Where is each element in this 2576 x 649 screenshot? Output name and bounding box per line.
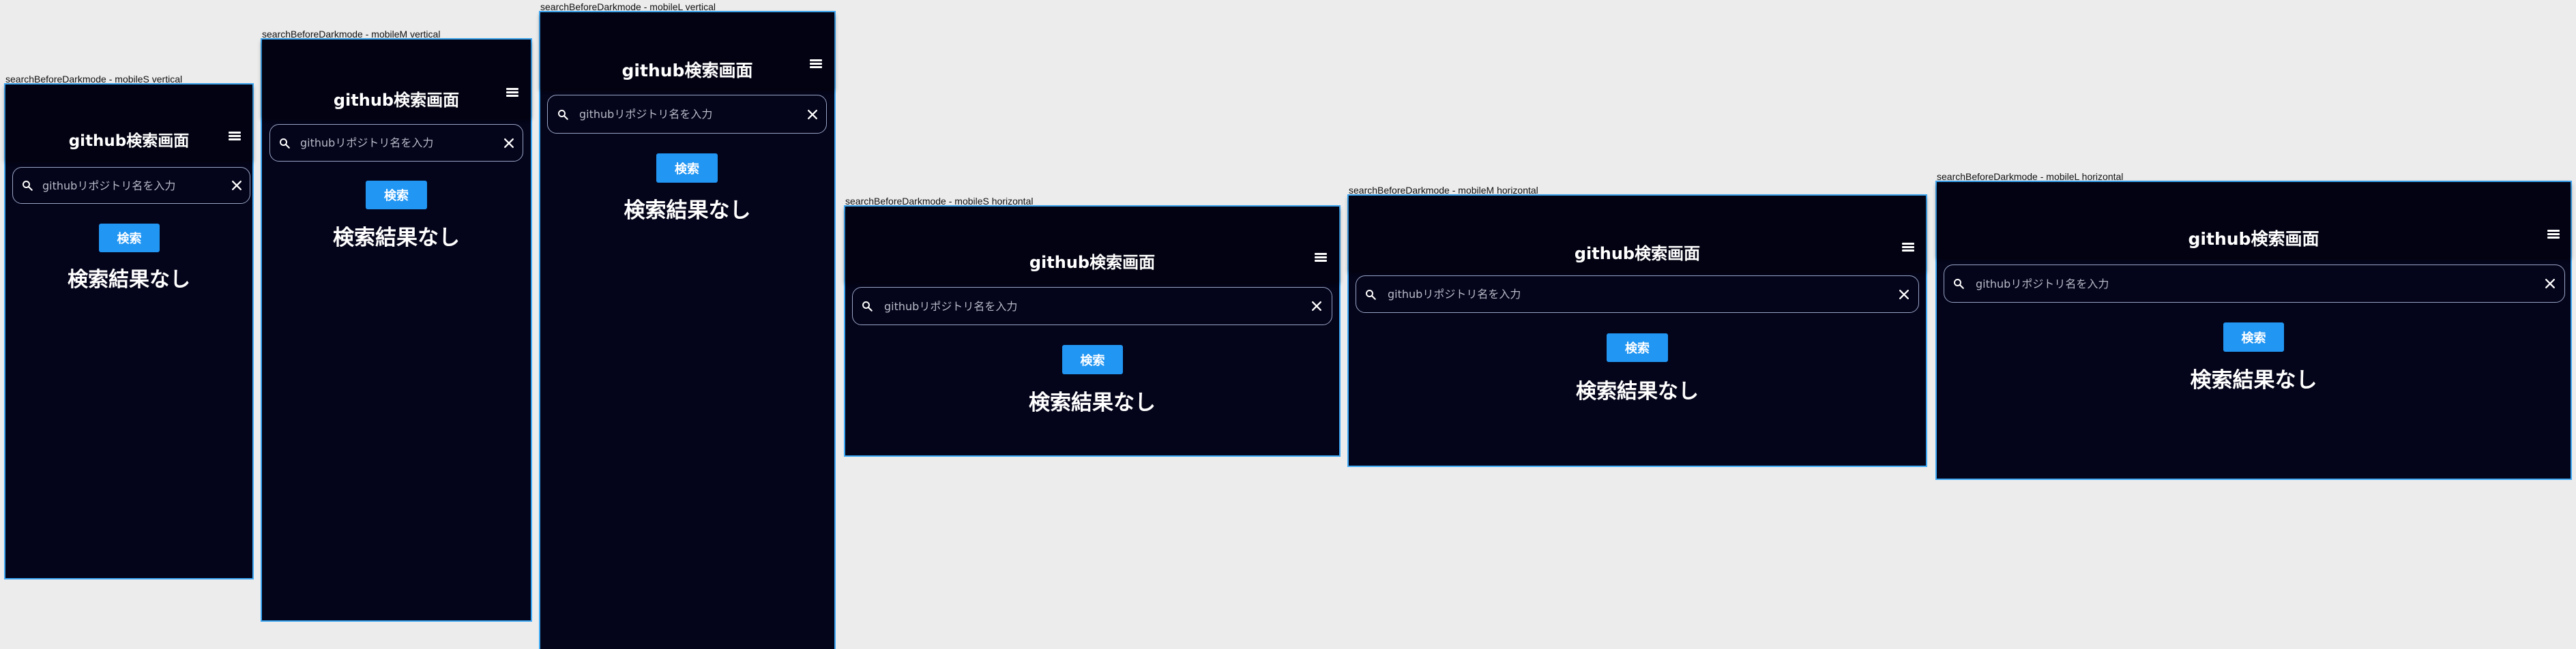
search-button[interactable]: 検索 (366, 181, 427, 209)
clear-icon[interactable] (1897, 288, 1911, 301)
search-field[interactable] (269, 124, 523, 162)
search-icon (280, 138, 290, 149)
search-button[interactable]: 検索 (1062, 345, 1123, 374)
app-screen: github検索画面 検索 検索結果なし (4, 83, 254, 579)
app-title: github検索画面 (68, 132, 190, 150)
frame-mobileS-vertical: searchBeforeDarkmode - mobileS vertical … (4, 74, 254, 579)
frame-mobileM-vertical: searchBeforeDarkmode - mobileM vertical … (261, 29, 532, 622)
search-field[interactable] (547, 95, 827, 134)
app-title: github検索画面 (1029, 253, 1156, 272)
app-screen: github検索画面 検索 検索結果なし (539, 11, 836, 649)
no-results-message: 検索結果なし (1576, 380, 1699, 404)
frame-mobileL-vertical: searchBeforeDarkmode - mobileL vertical … (539, 1, 836, 649)
search-button[interactable]: 検索 (99, 224, 160, 252)
search-input[interactable] (300, 125, 491, 161)
hamburger-menu-icon[interactable] (505, 86, 520, 98)
search-icon (558, 109, 568, 120)
search-input[interactable] (1388, 276, 1865, 312)
search-button[interactable]: 検索 (656, 153, 718, 183)
search-icon (1366, 289, 1376, 300)
search-icon (23, 181, 33, 191)
app-screen: github検索画面 検索 検索結果なし (261, 38, 532, 622)
frame-label: searchBeforeDarkmode - mobileL horizonta… (1937, 171, 2124, 182)
frame-label: searchBeforeDarkmode - mobileS horizonta… (845, 196, 1034, 207)
clear-icon[interactable] (806, 108, 819, 121)
hamburger-menu-icon[interactable] (2546, 228, 2561, 240)
app-header: github検索画面 (540, 12, 834, 89)
no-results-message: 検索結果なし (1029, 391, 1156, 415)
search-input[interactable] (1976, 265, 2508, 302)
search-button[interactable]: 検索 (1607, 333, 1668, 362)
clear-icon[interactable] (502, 136, 516, 150)
app-header: github検索画面 (1349, 196, 1926, 271)
clear-icon[interactable] (230, 179, 244, 192)
app-header: github検索画面 (1937, 182, 2571, 257)
app-screen: github検索画面 検索 検索結果なし (1935, 181, 2572, 480)
hamburger-menu-icon[interactable] (808, 57, 823, 70)
search-input[interactable] (579, 95, 784, 133)
app-title: github検索画面 (2188, 229, 2319, 249)
app-title: github検索画面 (1574, 244, 1701, 263)
frame-mobileL-horizontal: searchBeforeDarkmode - mobileL horizonta… (1935, 171, 2572, 480)
app-screen: github検索画面 検索 検索結果なし (1347, 194, 1927, 467)
search-input[interactable] (42, 168, 213, 203)
clear-icon[interactable] (2543, 277, 2557, 290)
hamburger-menu-icon[interactable] (1901, 241, 1916, 253)
search-field[interactable] (1944, 265, 2565, 303)
app-header: github検索画面 (845, 207, 1339, 282)
no-results-message: 検索結果なし (333, 226, 460, 250)
hamburger-menu-icon[interactable] (1313, 251, 1328, 263)
no-results-message: 検索結果なし (2190, 368, 2317, 393)
hamburger-menu-icon[interactable] (227, 130, 242, 142)
app-header: github検索画面 (262, 40, 531, 117)
app-title: github検索画面 (333, 91, 460, 110)
app-title: github検索画面 (621, 61, 753, 80)
search-icon (1954, 279, 1964, 289)
no-results-message: 検索結果なし (624, 198, 751, 223)
search-icon (862, 301, 873, 312)
frame-label: searchBeforeDarkmode - mobileM horizonta… (1349, 185, 1538, 196)
frame-label: searchBeforeDarkmode - mobileS vertical (5, 74, 183, 85)
clear-icon[interactable] (1310, 299, 1323, 313)
frame-mobileS-horizontal: searchBeforeDarkmode - mobileS horizonta… (844, 196, 1341, 457)
frame-label: searchBeforeDarkmode - mobileL vertical (540, 1, 716, 12)
frame-label: searchBeforeDarkmode - mobileM vertical (262, 29, 441, 40)
no-results-message: 検索結果なし (68, 268, 190, 292)
search-input[interactable] (884, 288, 1293, 324)
app-screen: github検索画面 検索 検索結果なし (844, 205, 1341, 457)
search-field[interactable] (12, 167, 250, 204)
search-field[interactable] (852, 287, 1332, 325)
app-header: github検索画面 (5, 85, 252, 160)
search-field[interactable] (1356, 275, 1919, 313)
frame-mobileM-horizontal: searchBeforeDarkmode - mobileM horizonta… (1347, 185, 1927, 467)
search-button[interactable]: 検索 (2223, 322, 2284, 352)
